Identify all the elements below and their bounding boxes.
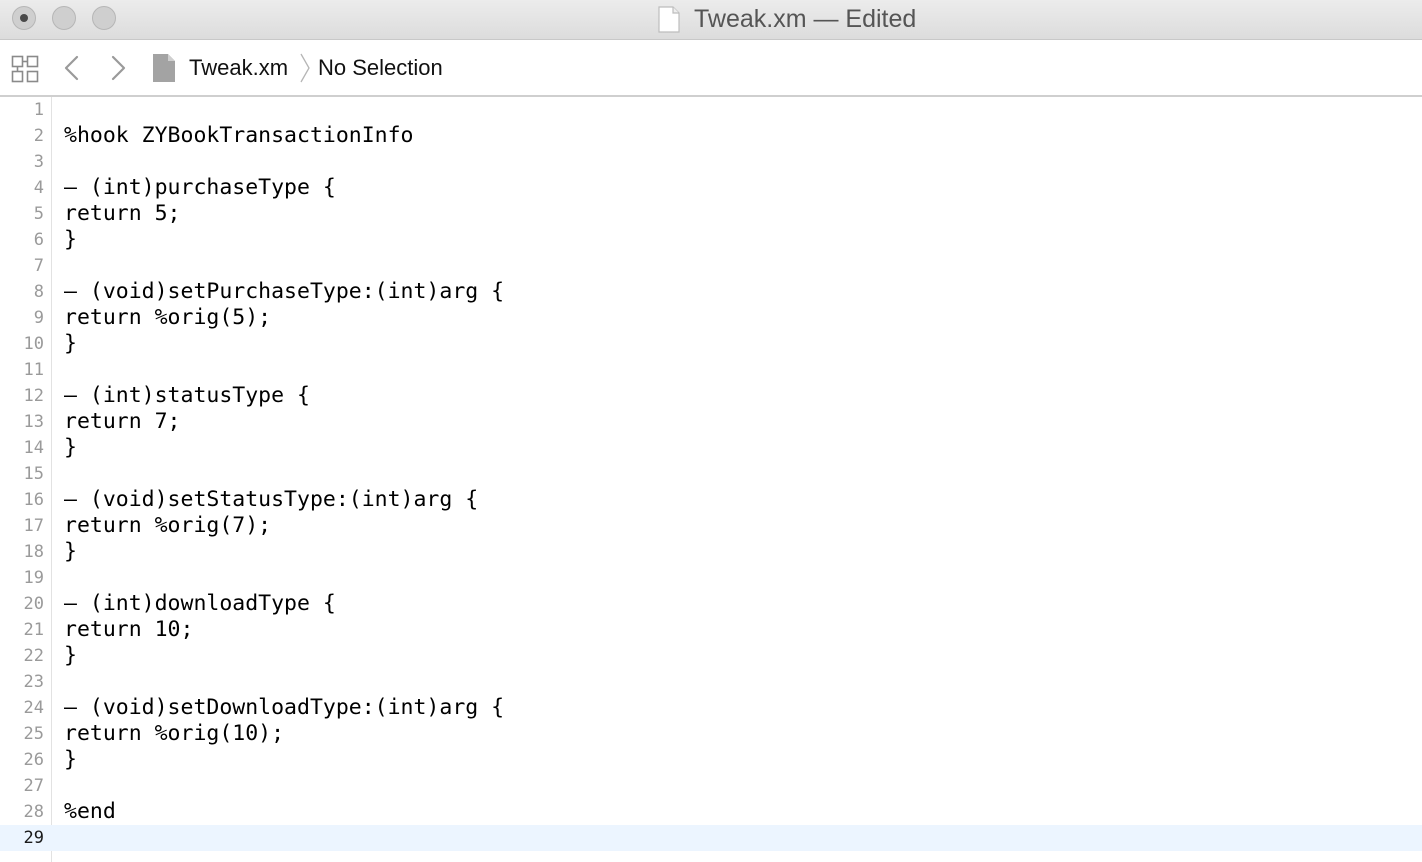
code-text[interactable]: – (void)setStatusType:(int)arg { [64,487,478,513]
code-text[interactable]: return 10; [64,617,193,643]
document-icon [658,5,680,33]
line-number: 18 [23,542,44,562]
line-number: 23 [23,672,44,692]
back-button[interactable] [62,54,82,82]
code-text[interactable]: – (int)downloadType { [64,591,336,617]
close-window-button[interactable] [12,6,36,30]
code-line[interactable]: 16 – (void)setStatusType:(int)arg { [0,487,1422,513]
forward-button[interactable] [108,54,128,82]
zoom-window-button[interactable] [92,6,116,30]
line-number: 20 [23,594,44,614]
line-number: 29 [23,828,44,848]
code-text[interactable]: return %orig(5); [64,305,271,331]
line-number: 26 [23,750,44,770]
breadcrumb-file-label: Tweak.xm [189,54,289,80]
code-text[interactable]: – (int)purchaseType { [64,175,336,201]
code-line[interactable]: 22} [0,643,1422,669]
line-number: 17 [23,516,44,536]
code-text[interactable]: %hook ZYBookTransactionInfo [64,123,414,149]
line-number: 15 [23,464,44,484]
window-title: Tweak.xm — Edited [694,4,917,33]
line-number: 9 [33,308,44,328]
code-line[interactable]: 1 [0,97,1422,123]
line-number: 4 [33,178,44,198]
code-text[interactable]: return 7; [64,409,181,435]
code-line[interactable]: 12 – (int)statusType { [0,383,1422,409]
code-line[interactable]: 10} [0,331,1422,357]
code-line-current[interactable]: 29 [0,825,1422,851]
window-title-group: Tweak.xm — Edited [658,4,916,34]
code-text[interactable]: return 5; [64,201,181,227]
line-number: 12 [23,386,44,406]
line-number: 6 [33,230,44,250]
code-line[interactable]: 28 %end [0,799,1422,825]
code-line[interactable]: 23 [0,669,1422,695]
code-line[interactable]: 9 return %orig(5); [0,305,1422,331]
line-number: 8 [33,282,44,302]
code-text[interactable]: } [64,643,77,669]
code-line[interactable]: 8 – (void)setPurchaseType:(int)arg { [0,279,1422,305]
code-text[interactable]: } [64,539,77,565]
breadcrumb-separator-icon [300,53,310,83]
line-number: 22 [23,646,44,666]
line-number: 19 [23,568,44,588]
code-line[interactable]: 18} [0,539,1422,565]
breadcrumb-selection-label: No Selection [318,54,443,80]
line-number: 11 [23,360,44,380]
code-text[interactable]: } [64,435,77,461]
line-number: 1 [33,100,44,120]
line-number: 3 [33,152,44,172]
line-number: 24 [23,698,44,718]
line-number: 16 [23,490,44,510]
code-line[interactable]: 11 [0,357,1422,383]
code-text[interactable]: return %orig(7); [64,513,271,539]
code-line[interactable]: 3 [0,149,1422,175]
code-lines: 1 2 %hook ZYBookTransactionInfo 3 4– (int)pu… [0,97,1422,851]
code-line[interactable]: 27 [0,773,1422,799]
minimize-window-button[interactable] [52,6,76,30]
related-items-grid-icon[interactable] [11,55,39,83]
line-number: 10 [23,334,44,354]
jump-bar: Tweak.xm No Selection [0,40,1422,97]
code-line[interactable]: 15 [0,461,1422,487]
line-number: 21 [23,620,44,640]
editor-window: Tweak.xm — Edited Tweak.xm No Selection … [0,0,1422,862]
code-line[interactable]: 17 return %orig(7); [0,513,1422,539]
line-number: 13 [23,412,44,432]
code-line[interactable]: 13 return 7; [0,409,1422,435]
code-text[interactable]: – (void)setDownloadType:(int)arg { [64,695,504,721]
code-line[interactable]: 7 [0,253,1422,279]
code-line[interactable]: 20 – (int)downloadType { [0,591,1422,617]
code-line[interactable]: 5 return 5; [0,201,1422,227]
code-text[interactable]: } [64,227,77,253]
code-line[interactable]: 21 return 10; [0,617,1422,643]
line-number: 27 [23,776,44,796]
breadcrumb-selection[interactable]: No Selection [318,40,443,95]
code-line[interactable]: 26} [0,747,1422,773]
title-bar[interactable]: Tweak.xm — Edited [0,0,1422,40]
code-text[interactable]: return %orig(10); [64,721,284,747]
code-text[interactable]: – (void)setPurchaseType:(int)arg { [64,279,504,305]
code-line[interactable]: 2 %hook ZYBookTransactionInfo [0,123,1422,149]
code-line[interactable]: 19 [0,565,1422,591]
code-text[interactable]: – (int)statusType { [64,383,310,409]
code-line[interactable]: 25 return %orig(10); [0,721,1422,747]
line-number: 7 [33,256,44,276]
code-text[interactable]: } [64,747,77,773]
code-line[interactable]: 4 – (int)purchaseType { [0,175,1422,201]
code-line[interactable]: 24 – (void)setDownloadType:(int)arg { [0,695,1422,721]
line-number: 25 [23,724,44,744]
code-line[interactable]: 14} [0,435,1422,461]
document-icon [153,53,175,82]
line-number: 14 [23,438,44,458]
line-number: 2 [33,126,44,146]
code-line[interactable]: 6} [0,227,1422,253]
breadcrumb-file[interactable]: Tweak.xm [152,40,288,95]
line-number: 28 [23,802,44,822]
line-number: 5 [33,204,44,224]
source-editor[interactable]: 1 2 %hook ZYBookTransactionInfo 3 4– (int)pu… [0,97,1422,862]
code-text[interactable]: %end [64,799,116,825]
code-text[interactable]: } [64,331,77,357]
